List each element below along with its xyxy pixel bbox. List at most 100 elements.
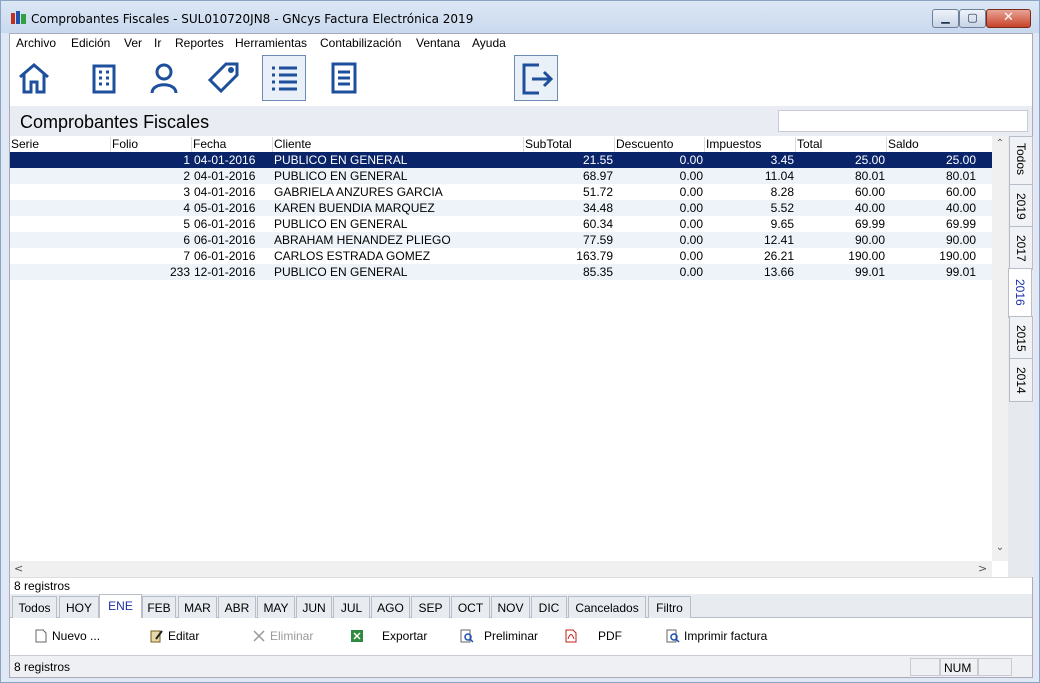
horizontal-scrollbar[interactable]: < >: [10, 561, 992, 577]
cell-descuento: 0.00: [679, 217, 703, 231]
tab-year-2016[interactable]: 2016: [1008, 268, 1032, 318]
tab-month-abr[interactable]: ABR: [218, 596, 256, 618]
exit-button[interactable]: [514, 55, 558, 101]
cell-total: 25.00: [854, 153, 885, 167]
client-area: Archivo Edición Ver Ir Reportes Herramie…: [9, 33, 1034, 678]
menu-contabilizacion[interactable]: Contabilización: [320, 36, 401, 50]
print-invoice-button[interactable]: Imprimir factura: [666, 629, 767, 643]
cell-saldo: 190.00: [939, 249, 976, 263]
tab-month-ene[interactable]: ENE: [99, 594, 142, 618]
cell-folio: 1: [183, 153, 190, 167]
tab-month-todos[interactable]: Todos: [12, 596, 57, 618]
tab-month-hoy[interactable]: HOY: [59, 596, 99, 618]
cell-saldo: 69.99: [945, 217, 976, 231]
tab-year-2015-label: 2015: [1014, 325, 1028, 352]
tab-month-ago[interactable]: AGO: [371, 596, 410, 618]
table-row[interactable]: 5 06-01-2016 PUBLICO EN GENERAL 60.34 0.00 9.…: [10, 216, 992, 232]
cell-folio: 2: [183, 169, 190, 183]
search-input[interactable]: [778, 110, 1028, 132]
tab-year-2017[interactable]: 2017: [1009, 226, 1033, 270]
tab-month-jul[interactable]: JUL: [333, 596, 370, 618]
tab-month-mar[interactable]: MAR: [178, 596, 217, 618]
menu-herramientas[interactable]: Herramientas: [235, 36, 307, 50]
delete-button[interactable]: Eliminar: [252, 629, 313, 643]
new-button[interactable]: Nuevo ...: [34, 629, 100, 643]
table-row[interactable]: 2 04-01-2016 PUBLICO EN GENERAL 68.97 0.00 11…: [10, 168, 992, 184]
cell-impuestos: 13.66: [763, 265, 794, 279]
column-descuento[interactable]: Descuento: [614, 137, 704, 152]
menu-archivo[interactable]: Archivo: [16, 36, 56, 50]
cell-cliente: PUBLICO EN GENERAL: [274, 265, 408, 279]
menu-reportes[interactable]: Reportes: [175, 36, 224, 50]
table-row[interactable]: 1 04-01-2016 PUBLICO EN GENERAL 21.55 0.00 3.…: [10, 152, 992, 168]
companies-button[interactable]: [82, 55, 126, 101]
column-saldo[interactable]: Saldo: [886, 137, 978, 152]
tab-month-may[interactable]: MAY: [257, 596, 295, 618]
tab-month-oct[interactable]: OCT: [451, 596, 490, 618]
tab-month-jun[interactable]: JUN: [296, 596, 332, 618]
tab-year-2019-label: 2019: [1014, 193, 1028, 220]
tab-month-filtro[interactable]: Filtro: [648, 596, 691, 618]
cell-descuento: 0.00: [679, 185, 703, 199]
export-button[interactable]: Exportar: [350, 629, 427, 643]
tag-icon: [207, 62, 239, 94]
tab-month-cancelados[interactable]: Cancelados: [568, 596, 646, 618]
menu-ventana[interactable]: Ventana: [416, 36, 460, 50]
close-button[interactable]: ✕: [986, 9, 1031, 28]
tab-month-nov[interactable]: NOV: [491, 596, 530, 618]
column-folio[interactable]: Folio: [110, 137, 191, 152]
tab-year-2015[interactable]: 2015: [1009, 316, 1033, 360]
column-impuestos[interactable]: Impuestos: [704, 137, 795, 152]
tab-month-sep[interactable]: SEP: [411, 596, 450, 618]
cell-fecha: 04-01-2016: [194, 169, 256, 183]
tab-year-2014[interactable]: 2014: [1009, 358, 1033, 402]
cell-total: 80.01: [854, 169, 885, 183]
scroll-down-icon[interactable]: ⌄: [992, 542, 1008, 553]
column-fecha[interactable]: Fecha: [191, 137, 272, 152]
table-row[interactable]: 4 05-01-2016 KAREN BUENDIA MARQUEZ 34.48 0.0…: [10, 200, 992, 216]
tab-month-dic[interactable]: DIC: [531, 596, 567, 618]
pdf-button[interactable]: PDF: [564, 629, 622, 643]
edit-button[interactable]: Editar: [150, 629, 199, 643]
menu-ayuda[interactable]: Ayuda: [472, 36, 506, 50]
home-button[interactable]: [12, 55, 56, 101]
title-bar[interactable]: Comprobantes Fiscales - SUL010720JN8 - G…: [1, 1, 1039, 33]
minimize-button[interactable]: ▁: [932, 9, 959, 28]
document-button[interactable]: [322, 55, 366, 101]
column-cliente[interactable]: Cliente: [272, 137, 523, 152]
cell-fecha: 06-01-2016: [194, 249, 256, 263]
invoices-list-button[interactable]: [262, 55, 306, 101]
menu-ir[interactable]: Ir: [154, 36, 161, 50]
column-serie[interactable]: Serie: [10, 137, 110, 152]
vertical-scrollbar[interactable]: ⌃ ⌄: [992, 136, 1008, 561]
num-lock-indicator: NUM: [940, 658, 978, 676]
cell-subtotal: 77.59: [582, 233, 613, 247]
table-row[interactable]: 3 04-01-2016 GABRIELA ANZURES GARCIA 51.72 0…: [10, 184, 992, 200]
tab-year-2019[interactable]: 2019: [1009, 184, 1033, 228]
maximize-button[interactable]: ▢: [959, 9, 986, 28]
preview-button[interactable]: Preliminar: [460, 629, 538, 643]
column-total[interactable]: Total: [795, 137, 886, 152]
tab-month-feb[interactable]: FEB: [142, 596, 176, 618]
cell-subtotal: 51.72: [582, 185, 613, 199]
cell-subtotal: 68.97: [582, 169, 613, 183]
products-button[interactable]: [202, 55, 246, 101]
clients-button[interactable]: [142, 55, 186, 101]
cell-impuestos: 9.65: [770, 217, 794, 231]
menu-edicion[interactable]: Edición: [71, 36, 110, 50]
table-row[interactable]: 6 06-01-2016 ABRAHAM HENANDEZ PLIEGO 77.59 0…: [10, 232, 992, 248]
cell-saldo: 25.00: [945, 153, 976, 167]
scroll-right-icon[interactable]: >: [978, 562, 987, 575]
tab-year-todos[interactable]: Todos: [1009, 136, 1033, 186]
resize-grip-icon[interactable]: [1014, 658, 1032, 676]
cell-fecha: 06-01-2016: [194, 233, 256, 247]
cell-total: 69.99: [854, 217, 885, 231]
column-subtotal[interactable]: SubTotal: [523, 137, 614, 152]
cell-descuento: 0.00: [679, 153, 703, 167]
scroll-up-icon[interactable]: ⌃: [992, 138, 1008, 149]
table-row[interactable]: 7 06-01-2016 CARLOS ESTRADA GOMEZ 163.79 0.0…: [10, 248, 992, 264]
menu-ver[interactable]: Ver: [124, 36, 142, 50]
print-icon: [666, 629, 680, 643]
table-row[interactable]: 233 12-01-2016 PUBLICO EN GENERAL 85.35 0.00…: [10, 264, 992, 280]
scroll-left-icon[interactable]: <: [14, 562, 23, 575]
